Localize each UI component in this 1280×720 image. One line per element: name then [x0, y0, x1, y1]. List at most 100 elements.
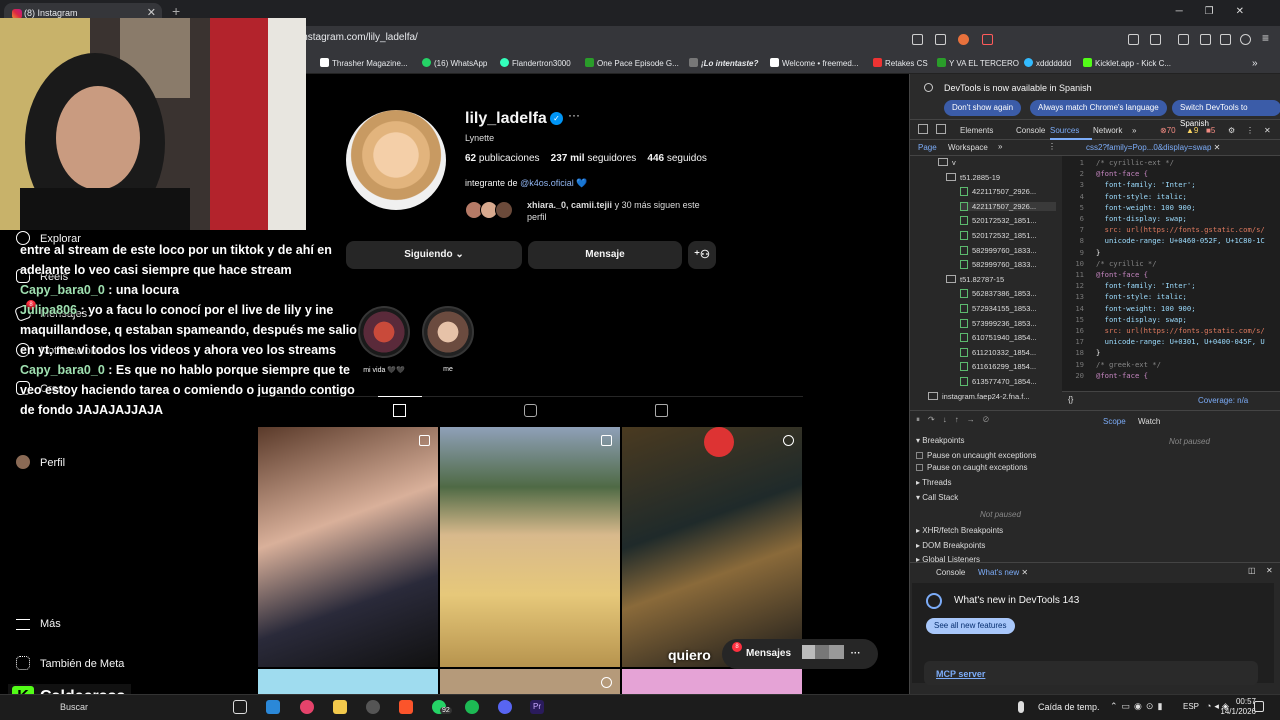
pause-uncaught-checkbox[interactable]: Pause on uncaught exceptions — [916, 451, 1036, 460]
new-tab-button[interactable]: + — [172, 3, 180, 19]
match-language-button[interactable]: Always match Chrome's language — [1030, 100, 1167, 116]
kebab-menu-icon[interactable]: ⋮ — [1246, 126, 1254, 135]
window-controls[interactable]: ─❐✕ — [1176, 6, 1266, 17]
microphone-icon[interactable] — [1018, 701, 1024, 713]
tree-file[interactable]: 520172532_1851... — [960, 231, 1037, 240]
install-app-icon[interactable] — [912, 34, 923, 45]
feature-card[interactable]: MCP server — [924, 661, 1258, 685]
wallet-icon[interactable] — [1200, 34, 1211, 45]
close-devtools-icon[interactable]: ✕ — [1264, 126, 1271, 135]
tree-file[interactable]: 573999236_1853... — [960, 318, 1037, 328]
tree-folder[interactable]: v — [938, 158, 956, 167]
downloads-icon[interactable] — [1150, 34, 1161, 45]
tab-console[interactable]: Console — [1016, 126, 1045, 135]
system-tray-icons[interactable]: ⌃▭◉⊙▮ — [1110, 701, 1166, 712]
story-highlight[interactable] — [358, 306, 410, 358]
section-xhr[interactable]: ▸ XHR/fetch Breakpoints — [916, 526, 1003, 535]
notifications-icon[interactable] — [1254, 701, 1264, 712]
tree-file[interactable]: 611616299_1854... — [960, 362, 1036, 372]
dont-show-again-button[interactable]: Don't show again — [944, 100, 1022, 116]
bookmark-item[interactable]: Retakes CS — [873, 58, 928, 68]
weather-status[interactable]: Caída de temp. — [1038, 702, 1100, 712]
language-indicator[interactable]: ESP — [1183, 702, 1199, 711]
post-thumbnail[interactable] — [440, 427, 620, 667]
issues-count[interactable]: ■5 — [1206, 126, 1215, 135]
post-thumbnail[interactable] — [440, 669, 620, 694]
error-count[interactable]: ⊗70 — [1160, 126, 1176, 135]
tab-network[interactable]: Network — [1093, 126, 1122, 135]
debugger-controls[interactable]: ⏸↷↓↑→⊘ — [916, 415, 997, 425]
code-editor[interactable]: 1/* cyrillic-ext */2 @font-face {3 font-f… — [1062, 156, 1280, 391]
store-icon[interactable] — [266, 700, 280, 714]
tree-file[interactable]: 582999760_1833... — [960, 245, 1037, 255]
profile-avatar[interactable] — [346, 110, 446, 210]
leo-ai-icon[interactable] — [1220, 34, 1231, 45]
section-breakpoints[interactable]: ▾ Breakpoints — [916, 436, 965, 445]
tree-file[interactable]: 562837386_1853... — [960, 289, 1037, 299]
sidebar-item-meta[interactable]: También de Meta — [16, 656, 124, 670]
followers-count[interactable]: 237 mil — [551, 153, 585, 164]
tree-file[interactable]: 582999760_1833... — [960, 260, 1037, 270]
tab-workspace[interactable]: Workspace — [948, 143, 988, 152]
tree-folder[interactable]: t51.2885-19 — [946, 172, 1000, 182]
mcp-server-link[interactable]: MCP server — [936, 669, 985, 679]
section-dom[interactable]: ▸ DOM Breakpoints — [916, 541, 985, 550]
file-explorer-icon[interactable] — [333, 700, 347, 714]
bookmark-item[interactable]: (16) WhatsApp — [422, 58, 487, 68]
bookmark-item[interactable]: Kicklet.app - Kick C... — [1083, 58, 1171, 68]
tab-scope[interactable]: Scope — [1103, 417, 1126, 426]
tab-page[interactable]: Page — [918, 143, 937, 152]
task-view-icon[interactable] — [233, 700, 247, 714]
menu-icon[interactable]: ≡ — [1262, 31, 1269, 45]
tree-folder[interactable]: t51.82787-15 — [946, 274, 1004, 284]
clock[interactable]: 00:57 14/1/2026 — [1220, 697, 1256, 717]
app-icon[interactable] — [366, 700, 380, 714]
tree-file[interactable]: 422117507_2926... — [960, 187, 1036, 197]
add-user-button[interactable]: ⁺⚇ — [688, 241, 716, 269]
story-highlight[interactable] — [422, 306, 474, 358]
bio-mention-link[interactable]: @k4os.oficial — [520, 178, 574, 188]
tagged-tab-icon[interactable] — [655, 404, 668, 417]
tree-file[interactable]: 572934155_1853... — [960, 304, 1037, 313]
grid-icon[interactable] — [393, 404, 406, 417]
bookmark-item[interactable]: ¡Lo intentaste? — [689, 58, 758, 68]
followed-by-text[interactable]: xhiara._0, camii.tejii y 30 más siguen e… — [527, 199, 707, 223]
dock-icon[interactable]: ◫ — [1248, 566, 1256, 575]
more-bookmarks-icon[interactable]: » — [1252, 58, 1258, 69]
spotify-icon[interactable] — [465, 700, 479, 714]
bookmark-item[interactable]: xddddddd — [1024, 58, 1071, 68]
tree-origin[interactable]: instagram.faep24-2.fna.f... — [928, 391, 1030, 401]
brave-browser-icon[interactable] — [399, 700, 413, 714]
search-box[interactable]: Buscar — [60, 702, 88, 712]
tab-watch[interactable]: Watch — [1138, 417, 1160, 426]
see-all-features-button[interactable]: See all new features — [926, 618, 1015, 634]
message-button[interactable]: Mensaje — [528, 241, 682, 269]
bookmark-item[interactable]: One Pace Episode G... — [585, 58, 679, 68]
switch-spanish-button[interactable]: Switch DevTools to Spanish — [1172, 100, 1280, 128]
tree-file[interactable]: 611210332_1854... — [960, 347, 1036, 357]
device-toolbar-icon[interactable] — [936, 124, 946, 134]
post-thumbnail[interactable] — [258, 427, 438, 667]
inspect-icon[interactable] — [918, 124, 928, 134]
tab-elements[interactable]: Elements — [960, 126, 993, 135]
extensions-icon[interactable] — [1128, 34, 1139, 45]
post-thumbnail[interactable] — [622, 427, 802, 667]
sidebar-item-mas[interactable]: Más — [16, 618, 61, 630]
options-icon[interactable]: ··· — [568, 108, 580, 122]
bookmark-item[interactable]: Welcome • freemed... — [770, 58, 858, 68]
warning-count[interactable]: ▲9 — [1186, 126, 1198, 135]
close-drawer-tab-icon[interactable]: ✕ — [1021, 568, 1028, 577]
tree-file[interactable]: 520172532_1851... — [960, 216, 1037, 226]
drawer-tab-console[interactable]: Console — [936, 568, 965, 577]
following-button[interactable]: Siguiendo ⌄ — [346, 241, 522, 269]
tree-file[interactable]: 610751940_1854... — [960, 333, 1037, 343]
url-field[interactable]: instagram.com/lily_ladelfa/ — [300, 32, 418, 43]
kebab-menu-icon[interactable]: ⋮ — [1048, 142, 1056, 151]
reels-tab-icon[interactable] — [524, 404, 537, 417]
close-drawer-icon[interactable]: ✕ — [1266, 566, 1273, 575]
app-icon[interactable] — [300, 700, 314, 714]
sidebar-toggle-icon[interactable] — [1178, 34, 1189, 45]
bookmark-item[interactable]: Thrasher Magazine... — [320, 58, 408, 68]
more-tabs-icon[interactable]: » — [998, 142, 1002, 151]
pause-caught-checkbox[interactable]: Pause on caught exceptions — [916, 463, 1028, 472]
